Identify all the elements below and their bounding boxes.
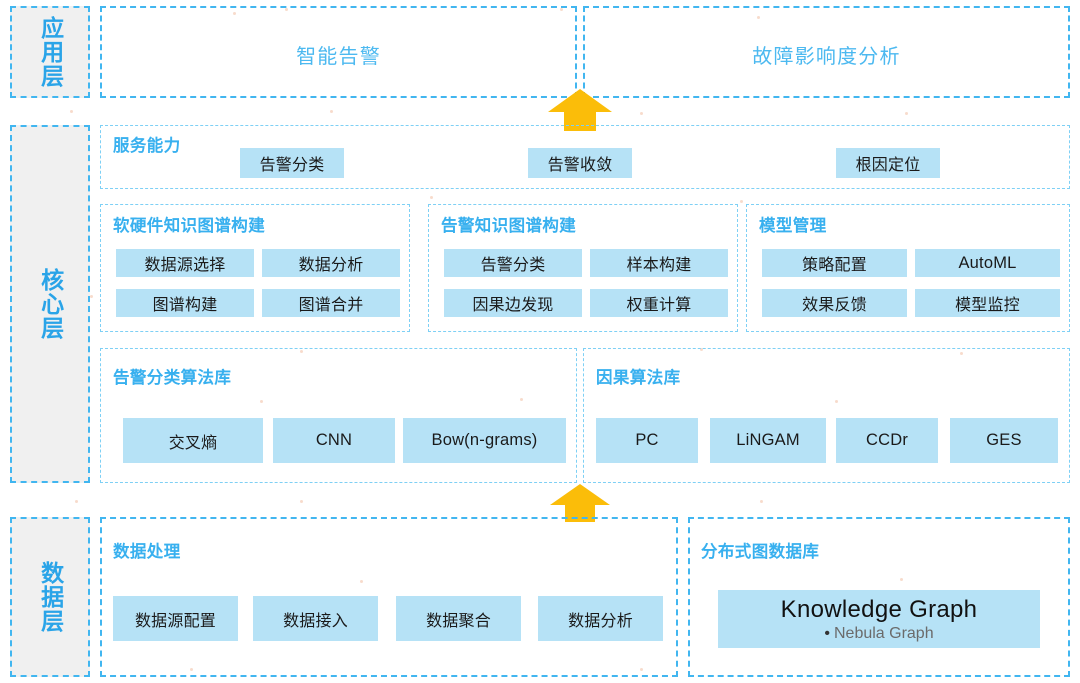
data-chip-data-analysis[interactable]: 数据分析: [538, 596, 663, 641]
knowledge-graph-product-chip[interactable]: Knowledge Graph • Nebula Graph: [718, 590, 1040, 648]
core-panel-alarm-item-weight-calculation[interactable]: 权重计算: [590, 289, 728, 317]
core-panel-model-item-automl[interactable]: AutoML: [915, 249, 1060, 277]
core-panel-hw-sw-item-graph-merge[interactable]: 图谱合并: [262, 289, 400, 317]
core-panel-model-item-strategy-config[interactable]: 策略配置: [762, 249, 907, 277]
core-panel-hw-sw-item-data-analysis[interactable]: 数据分析: [262, 249, 400, 277]
layer-label-application-text: 应用层: [37, 16, 64, 88]
layer-label-application: 应用层: [10, 6, 90, 98]
background-speck: [430, 196, 433, 199]
algorithm-chip-bow-ngrams[interactable]: Bow(n-grams): [403, 418, 566, 463]
layer-label-data-text: 数据层: [37, 561, 64, 633]
application-card-intelligent-alarm-title: 智能告警: [296, 46, 381, 68]
algorithm-chip-cnn[interactable]: CNN: [273, 418, 395, 463]
knowledge-graph-engine-row: • Nebula Graph: [824, 624, 933, 643]
service-capability-title: 服务能力: [113, 137, 181, 155]
architecture-diagram: 应用层 智能告警 故障影响度分析 核心层 服务能力 告警分类 告警收敛 根因定位…: [0, 0, 1080, 683]
algorithm-chip-ccdr[interactable]: CCDr: [836, 418, 938, 463]
data-chip-data-ingestion[interactable]: 数据接入: [253, 596, 378, 641]
knowledge-graph-engine-name: Nebula Graph: [833, 625, 934, 643]
data-chip-data-aggregation[interactable]: 数据聚合: [396, 596, 521, 641]
algorithm-library-causal-title: 因果算法库: [596, 369, 681, 387]
background-speck: [90, 295, 93, 298]
core-panel-alarm-knowledge-graph-title: 告警知识图谱构建: [441, 217, 577, 235]
core-panel-alarm-item-sample-construction[interactable]: 样本构建: [590, 249, 728, 277]
background-speck: [75, 500, 78, 503]
knowledge-graph-product-name: Knowledge Graph: [780, 595, 978, 623]
data-panel-data-processing-title: 数据处理: [113, 543, 181, 561]
service-capability-item-alarm-classification[interactable]: 告警分类: [240, 148, 344, 178]
service-capability-item-alarm-convergence[interactable]: 告警收敛: [528, 148, 632, 178]
core-panel-model-management-title: 模型管理: [759, 217, 827, 235]
background-speck: [300, 500, 303, 503]
background-speck: [740, 200, 743, 203]
core-panel-hw-sw-knowledge-graph-title: 软硬件知识图谱构建: [113, 217, 266, 235]
background-speck: [760, 500, 763, 503]
bullet-icon: •: [824, 625, 830, 643]
core-panel-alarm-item-causal-edge-discovery[interactable]: 因果边发现: [444, 289, 582, 317]
algorithm-chip-cross-entropy[interactable]: 交叉熵: [123, 418, 263, 463]
service-capability-item-root-cause-location[interactable]: 根因定位: [836, 148, 940, 178]
background-speck: [330, 110, 333, 113]
layer-label-core-text: 核心层: [37, 268, 64, 340]
algorithm-chip-ges[interactable]: GES: [950, 418, 1058, 463]
core-panel-alarm-item-alarm-classification[interactable]: 告警分类: [444, 249, 582, 277]
algorithm-chip-lingam[interactable]: LiNGAM: [710, 418, 826, 463]
layer-label-core: 核心层: [10, 125, 90, 483]
algorithm-chip-pc[interactable]: PC: [596, 418, 698, 463]
layer-label-data: 数据层: [10, 517, 90, 677]
algorithm-library-alarm-classification-title: 告警分类算法库: [113, 369, 232, 387]
core-panel-hw-sw-item-data-source-selection[interactable]: 数据源选择: [116, 249, 254, 277]
application-card-fault-impact-analysis-title: 故障影响度分析: [752, 46, 901, 68]
core-panel-hw-sw-item-graph-construction[interactable]: 图谱构建: [116, 289, 254, 317]
data-chip-data-source-config[interactable]: 数据源配置: [113, 596, 238, 641]
background-speck: [640, 112, 643, 115]
background-speck: [905, 112, 908, 115]
core-panel-model-item-effect-feedback[interactable]: 效果反馈: [762, 289, 907, 317]
data-panel-distributed-graph-database-title: 分布式图数据库: [701, 543, 820, 561]
core-panel-model-item-model-monitoring[interactable]: 模型监控: [915, 289, 1060, 317]
background-speck: [70, 110, 73, 113]
